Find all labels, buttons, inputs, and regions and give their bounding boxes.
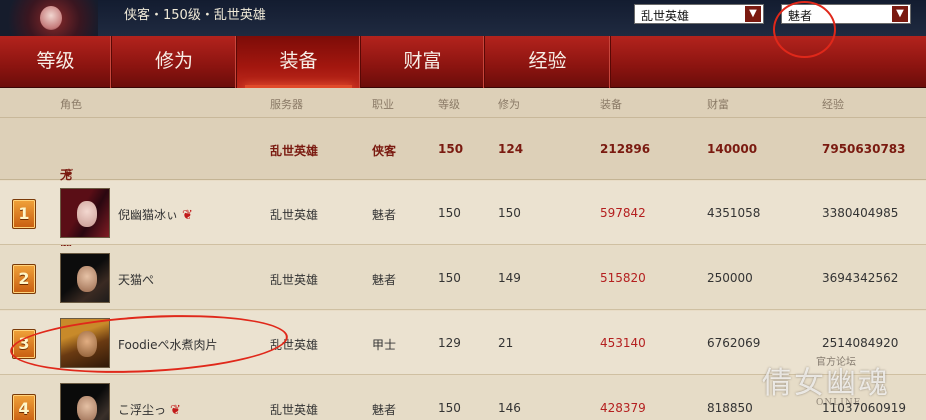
rank-badge: 1	[12, 199, 36, 229]
player-avatar	[0, 0, 98, 36]
column-header: 角色	[60, 98, 82, 111]
player-experience: 2514084920	[822, 336, 899, 350]
table-header: 角色 服务器 职业 等级 修为 装备 财富 经验	[0, 88, 926, 118]
character-info: 侠客・150级・乱世英雄	[124, 8, 266, 23]
avatar	[60, 188, 110, 238]
my-equipment: 212896	[600, 142, 651, 156]
player-name[interactable]: Foodieぺ水煮肉片	[118, 336, 218, 353]
player-equipment: 428379	[600, 401, 646, 415]
flower-icon: ❦	[170, 403, 181, 418]
player-server: 乱世英雄	[270, 208, 319, 222]
column-header: 装备	[600, 98, 622, 111]
flower-icon: ❦	[182, 208, 193, 223]
player-equipment: 597842	[600, 206, 646, 220]
avatar	[60, 318, 110, 368]
player-experience: 3380404985	[822, 206, 899, 220]
player-level: 150	[438, 401, 461, 415]
chevron-down-icon: ▼	[745, 6, 761, 22]
column-header: 财富	[707, 98, 729, 111]
table-row[interactable]: 1 倪幽猫冰ぃ ❦ 乱世英雄 魅者 150 150 597842 4351058 …	[0, 181, 926, 245]
chevron-down-icon: ▼	[892, 6, 908, 22]
rank-badge: 3	[12, 329, 36, 359]
column-header: 等级	[438, 98, 460, 111]
player-cultivation: 21	[498, 336, 514, 350]
player-equipment: 453140	[600, 336, 646, 350]
player-name[interactable]: こ浮尘っ ❦	[118, 401, 181, 418]
tab-cultivation[interactable]: 修为	[112, 36, 237, 88]
rank-badge: 4	[12, 394, 36, 420]
my-rank-row: 无敌最俊郎❦ 乱世英雄 侠客 150 124 212896 140000 795…	[0, 118, 926, 250]
player-cultivation: 149	[498, 271, 521, 285]
my-experience: 7950630783	[822, 142, 906, 156]
forum-watermark: 官方论坛 倩女幽魂 ONLINE	[758, 352, 926, 420]
player-class: 魅者	[372, 273, 397, 287]
player-level: 150	[438, 271, 461, 285]
class-select[interactable]: 魅者 ▼	[781, 4, 911, 24]
avatar	[60, 383, 110, 420]
player-level: 129	[438, 336, 461, 350]
tab-wealth[interactable]: 财富	[361, 36, 485, 88]
player-server: 乱世英雄	[270, 403, 319, 417]
my-wealth: 140000	[707, 142, 758, 156]
tab-experience[interactable]: 经验	[485, 36, 611, 88]
my-level: 150	[438, 142, 464, 156]
player-wealth: 818850	[707, 401, 753, 415]
player-server: 乱世英雄	[270, 338, 319, 352]
server-select[interactable]: 乱世英雄 ▼	[634, 4, 764, 24]
column-header: 经验	[822, 98, 844, 111]
column-header: 服务器	[270, 98, 303, 111]
watermark-online: ONLINE	[816, 398, 862, 408]
column-header: 职业	[372, 98, 394, 111]
player-experience: 3694342562	[822, 271, 899, 285]
player-class: 魅者	[372, 208, 397, 222]
tab-equipment[interactable]: 装备	[237, 36, 361, 88]
rank-badge: 2	[12, 264, 36, 294]
player-wealth: 250000	[707, 271, 753, 285]
watermark-logo: 倩女幽魂	[762, 366, 890, 401]
ranking-tabs: 等级 修为 装备 财富 经验	[0, 36, 926, 88]
player-cultivation: 150	[498, 206, 521, 220]
column-header: 修为	[498, 98, 520, 111]
flower-icon: ❦	[64, 166, 75, 180]
my-server: 乱世英雄	[270, 144, 319, 158]
avatar	[60, 253, 110, 303]
player-equipment: 515820	[600, 271, 646, 285]
table-row[interactable]: 2 天猫ぺ 乱世英雄 魅者 150 149 515820 250000 3694…	[0, 246, 926, 310]
player-cultivation: 146	[498, 401, 521, 415]
player-class: 甲士	[372, 338, 397, 352]
player-server: 乱世英雄	[270, 273, 319, 287]
player-wealth: 6762069	[707, 336, 761, 350]
player-class: 魅者	[372, 403, 397, 417]
my-class: 侠客	[372, 144, 397, 158]
player-wealth: 4351058	[707, 206, 761, 220]
player-name[interactable]: 倪幽猫冰ぃ ❦	[118, 206, 193, 223]
tab-level[interactable]: 等级	[0, 36, 112, 88]
top-bar: 侠客・150级・乱世英雄 乱世英雄 ▼ 魅者 ▼	[0, 0, 926, 36]
player-name[interactable]: 天猫ぺ	[118, 271, 154, 288]
server-select-value: 乱世英雄	[641, 9, 690, 23]
player-level: 150	[438, 206, 461, 220]
my-cultivation: 124	[498, 142, 524, 156]
class-select-value: 魅者	[788, 9, 813, 23]
